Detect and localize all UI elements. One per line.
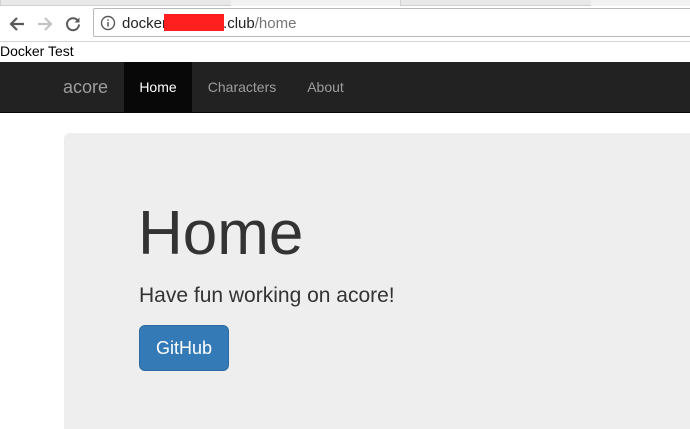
redaction-block xyxy=(164,14,225,31)
reload-icon xyxy=(66,17,80,32)
browser-toolbar: docker .club/home xyxy=(0,6,690,42)
site-navbar: acore Home Characters About xyxy=(0,62,690,113)
url-host-prefix: docker xyxy=(122,15,168,32)
forward-arrow-icon xyxy=(38,17,53,31)
page-title: Home xyxy=(138,199,304,268)
reload-button[interactable] xyxy=(60,11,86,37)
navbar-brand[interactable]: acore xyxy=(63,62,108,112)
lead-text: Have fun working on acore! xyxy=(139,284,395,307)
forward-button[interactable] xyxy=(32,11,58,37)
url-path: /home xyxy=(254,15,297,32)
back-button[interactable] xyxy=(4,11,30,37)
jumbotron: Home Have fun working on acore! GitHub xyxy=(64,133,690,429)
browser-window: docker .club/home Docker Test acore Home … xyxy=(0,0,690,429)
nav-link-home[interactable]: Home xyxy=(124,62,192,112)
nav-link-characters[interactable]: Characters xyxy=(192,62,292,112)
page-caption: Docker Test xyxy=(0,43,74,59)
address-bar[interactable]: docker .club/home xyxy=(93,8,690,37)
url-text[interactable]: docker .club/home xyxy=(122,14,296,33)
url-domain-suffix: .club xyxy=(223,15,255,32)
github-button[interactable]: GitHub xyxy=(139,325,229,371)
nav-link-about[interactable]: About xyxy=(292,62,359,112)
info-icon[interactable] xyxy=(100,15,116,31)
back-arrow-icon xyxy=(9,17,24,31)
